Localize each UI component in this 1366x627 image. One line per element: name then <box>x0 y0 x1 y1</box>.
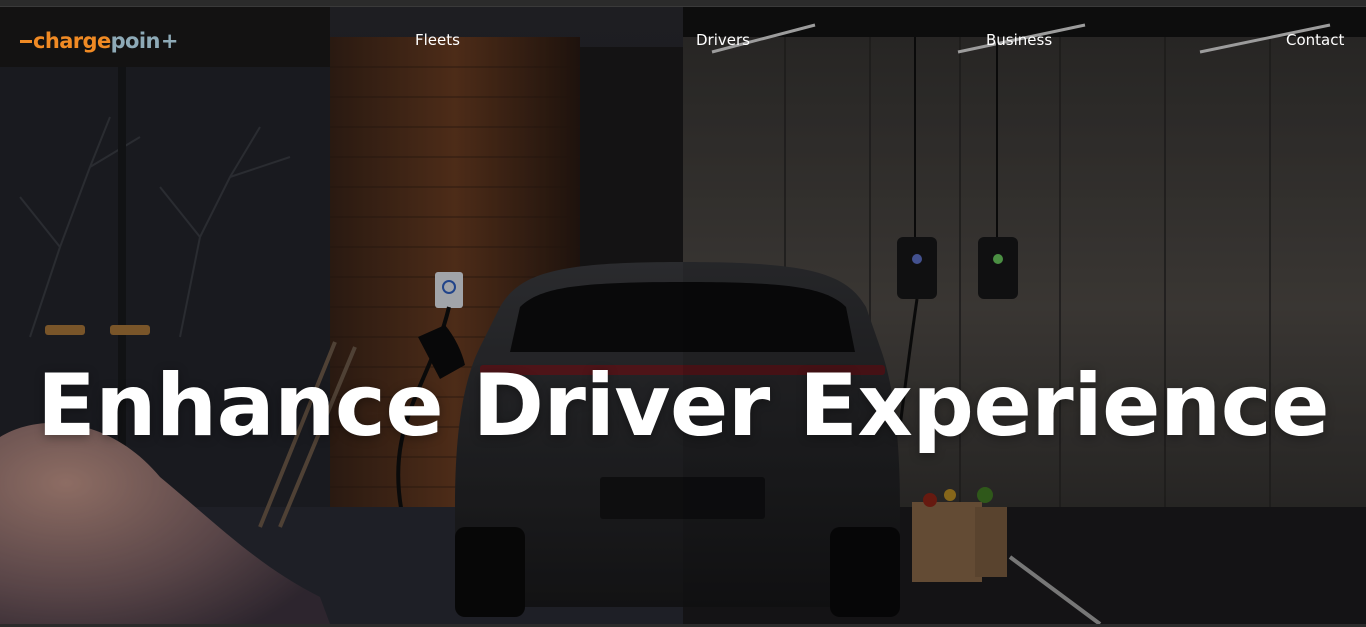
logo-wordmark: chargepoin <box>33 30 160 52</box>
chargepoint-logo[interactable]: chargepoin + <box>20 30 178 52</box>
nav-link-contact[interactable]: Contact <box>1286 31 1344 49</box>
logo-dash-mark <box>20 39 32 43</box>
nav-link-drivers[interactable]: Drivers <box>696 31 750 49</box>
nav-link-business[interactable]: Business <box>986 31 1052 49</box>
hero-headline: Enhance Driver Experience <box>36 356 1330 456</box>
logo-text-charge: charge <box>33 29 111 53</box>
logo-plus-icon: + <box>160 29 179 53</box>
hero-background-image <box>0 7 1366 624</box>
hero-section <box>0 7 1366 624</box>
top-navbar: chargepoin + Fleets Drivers Business Con… <box>0 7 1366 71</box>
logo-text-poin: poin <box>110 29 161 53</box>
browser-top-strip <box>0 0 1366 7</box>
nav-link-fleets[interactable]: Fleets <box>415 31 460 49</box>
